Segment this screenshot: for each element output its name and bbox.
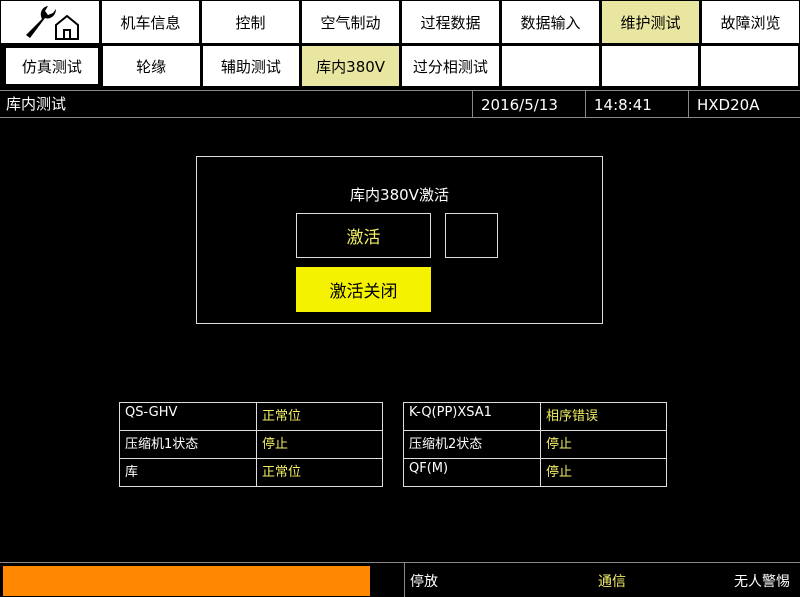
table-key: 库 [119, 458, 257, 487]
table-value: 正常位 [256, 458, 383, 487]
tab-process-data[interactable]: 过程数据 [400, 0, 500, 44]
footer-divider [404, 563, 405, 597]
subtab-phase-separation-test[interactable]: 过分相测试 [402, 46, 499, 86]
table-value: 停止 [540, 430, 667, 459]
subtab-depot-380v[interactable]: 库内380V [302, 46, 399, 86]
main-nav: 机车信息 控制 空气制动 过程数据 数据输入 维护测试 故障浏览 [0, 0, 800, 44]
mode-status: 停放 [410, 574, 438, 590]
table-row: 压缩机2状态 停止 [403, 430, 667, 459]
table-row: QF(M) 停止 [403, 458, 667, 487]
tab-maintenance-test[interactable]: 维护测试 [600, 0, 700, 44]
subtab-wheel-flange[interactable]: 轮缘 [102, 46, 200, 86]
activation-indicator [445, 213, 498, 258]
deactivate-button[interactable]: 激活关闭 [296, 267, 431, 312]
sub-nav: 仿真测试 轮缘 辅助测试 库内380V 过分相测试 [0, 44, 800, 88]
table-value: 正常位 [256, 402, 383, 431]
page-title: 库内测试 [6, 95, 67, 113]
status-table-left: QS-GHV 正常位 压缩机1状态 停止 库 正常位 [119, 402, 383, 487]
panel-title: 库内380V激活 [350, 186, 449, 204]
progress-bar [3, 566, 370, 596]
table-row: 库 正常位 [119, 458, 383, 487]
home-button[interactable] [0, 0, 100, 44]
table-row: QS-GHV 正常位 [119, 402, 383, 431]
table-key: 压缩机1状态 [119, 430, 257, 459]
tab-air-brake[interactable]: 空气制动 [300, 0, 400, 44]
table-row: K-Q(PP)XSA1 相序错误 [403, 402, 667, 431]
comm-status: 通信 [598, 574, 626, 590]
activation-panel: 库内380V激活 激活 激活关闭 [196, 156, 603, 324]
progress-fill [3, 566, 370, 596]
alarm-status: 无人警惕 [734, 574, 790, 590]
subtab-auxiliary-test[interactable]: 辅助测试 [202, 46, 300, 86]
table-value: 停止 [540, 458, 667, 487]
status-table-right: K-Q(PP)XSA1 相序错误 压缩机2状态 停止 QF(M) 停止 [403, 402, 667, 487]
table-key: QF(M) [403, 458, 541, 487]
subtab-simulation-test[interactable]: 仿真测试 [4, 46, 100, 86]
footer-bar: 停放 通信 无人警惕 [0, 562, 800, 597]
table-value: 相序错误 [540, 402, 667, 431]
activate-button[interactable]: 激活 [296, 213, 431, 258]
time-display: 14:8:41 [585, 91, 688, 118]
table-key: K-Q(PP)XSA1 [403, 402, 541, 431]
table-key: QS-GHV [119, 402, 257, 431]
table-value: 停止 [256, 430, 383, 459]
subtab-empty-2[interactable] [601, 46, 699, 86]
subtab-empty-3[interactable] [701, 46, 798, 86]
status-bar: 库内测试 2016/5/13 14:8:41 HXD20A [0, 90, 800, 118]
tab-data-input[interactable]: 数据输入 [500, 0, 600, 44]
table-row: 压缩机1状态 停止 [119, 430, 383, 459]
tab-fault-browse[interactable]: 故障浏览 [700, 0, 800, 44]
model-display: HXD20A [688, 91, 800, 118]
wrench-home-icon [26, 6, 79, 40]
subtab-empty-1[interactable] [501, 46, 599, 86]
date-display: 2016/5/13 [472, 91, 585, 118]
tab-locomotive-info[interactable]: 机车信息 [100, 0, 200, 44]
tab-control[interactable]: 控制 [200, 0, 300, 44]
table-key: 压缩机2状态 [403, 430, 541, 459]
